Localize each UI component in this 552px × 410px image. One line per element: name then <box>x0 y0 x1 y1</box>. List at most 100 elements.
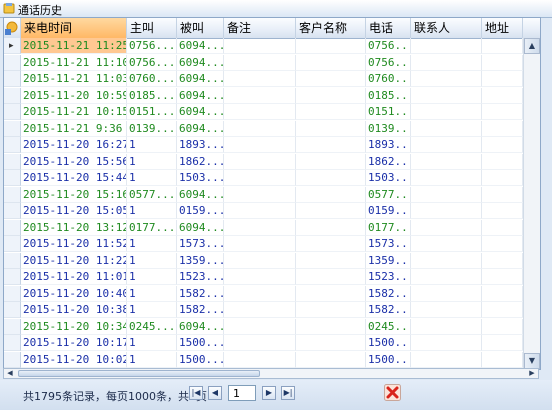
cell-time[interactable]: 2015-11-20 11:01 <box>21 269 127 285</box>
cell-called[interactable]: 1582... <box>177 285 224 302</box>
row-header[interactable]: ▸ <box>4 38 21 54</box>
column-header-called[interactable]: 被叫 <box>177 18 224 38</box>
cell-note[interactable] <box>224 236 296 252</box>
cell-called[interactable]: 1862... <box>177 153 224 170</box>
cell-note[interactable] <box>224 54 296 71</box>
cell-caller[interactable]: 0139... <box>127 120 177 137</box>
cell-phone[interactable]: 1582... <box>366 302 411 318</box>
cell-time[interactable]: 2015-11-20 15:16 <box>21 186 127 203</box>
cell-phone[interactable]: 1573... <box>366 236 411 252</box>
cell-called[interactable]: 1582... <box>177 302 224 318</box>
cell-note[interactable] <box>224 137 296 153</box>
cell-contact[interactable] <box>411 71 482 87</box>
cell-address[interactable] <box>482 153 523 170</box>
cell-customer[interactable] <box>296 335 366 351</box>
cell-contact[interactable] <box>411 120 482 137</box>
cell-note[interactable] <box>224 203 296 219</box>
horizontal-scroll-thumb[interactable] <box>18 370 260 377</box>
column-header-time[interactable]: 来电时间 <box>21 18 127 38</box>
cell-note[interactable] <box>224 71 296 87</box>
cell-phone[interactable]: 0185... <box>366 87 411 104</box>
column-header-contact[interactable]: 联系人 <box>411 18 482 38</box>
cell-contact[interactable] <box>411 104 482 120</box>
cell-time[interactable]: 2015-11-21 10:15 <box>21 104 127 120</box>
table-row[interactable]: 2015-11-20 10:40 1 1582... 1582... <box>4 285 540 303</box>
cell-customer[interactable] <box>296 351 366 368</box>
cell-customer[interactable] <box>296 203 366 219</box>
cell-note[interactable] <box>224 186 296 203</box>
table-row[interactable]: 2015-11-20 15:16 0577... 6094... 0577... <box>4 186 540 204</box>
cell-caller[interactable]: 0185... <box>127 87 177 104</box>
cell-contact[interactable] <box>411 54 482 71</box>
cell-customer[interactable] <box>296 186 366 203</box>
cell-caller[interactable]: 0177... <box>127 219 177 236</box>
cell-phone[interactable]: 1500... <box>366 335 411 351</box>
table-row[interactable]: 2015-11-20 10:34 0245... 6094... 0245... <box>4 318 540 336</box>
cell-caller[interactable]: 0245... <box>127 318 177 335</box>
cell-caller[interactable]: 1 <box>127 236 177 252</box>
column-header-phone[interactable]: 电话 <box>366 18 411 38</box>
cell-caller[interactable]: 1 <box>127 285 177 302</box>
cell-phone[interactable]: 0151... <box>366 104 411 120</box>
cell-note[interactable] <box>224 153 296 170</box>
cell-address[interactable] <box>482 351 523 368</box>
table-row[interactable]: 2015-11-20 13:12 0177... 6094... 0177... <box>4 219 540 237</box>
table-row[interactable]: 2015-11-20 10:02 1 1500... 1500... <box>4 351 540 369</box>
cell-contact[interactable] <box>411 236 482 252</box>
cell-customer[interactable] <box>296 170 366 186</box>
cell-caller[interactable]: 1 <box>127 335 177 351</box>
cell-phone[interactable]: 0756... <box>366 54 411 71</box>
cell-contact[interactable] <box>411 203 482 219</box>
cell-caller[interactable]: 1 <box>127 302 177 318</box>
cell-contact[interactable] <box>411 318 482 335</box>
cell-called[interactable]: 1500... <box>177 335 224 351</box>
cell-time[interactable]: 2015-11-21 9:36 <box>21 120 127 137</box>
table-row[interactable]: 2015-11-20 10:59 0185... 6094... 0185... <box>4 87 540 105</box>
cell-caller[interactable]: 1 <box>127 203 177 219</box>
cell-address[interactable] <box>482 87 523 104</box>
cell-phone[interactable]: 0760... <box>366 71 411 87</box>
cell-customer[interactable] <box>296 71 366 87</box>
cell-customer[interactable] <box>296 219 366 236</box>
row-header[interactable] <box>4 203 21 219</box>
cell-phone[interactable]: 1523... <box>366 269 411 285</box>
cell-customer[interactable] <box>296 153 366 170</box>
cell-note[interactable] <box>224 285 296 302</box>
cell-phone[interactable]: 1503... <box>366 170 411 186</box>
table-row[interactable]: 2015-11-20 11:22 1 1359... 1359... <box>4 252 540 270</box>
page-number-input[interactable] <box>228 385 256 401</box>
cell-time[interactable]: 2015-11-20 10:17 <box>21 335 127 351</box>
cell-address[interactable] <box>482 203 523 219</box>
column-header-caller[interactable]: 主叫 <box>127 18 177 38</box>
cell-customer[interactable] <box>296 137 366 153</box>
cell-contact[interactable] <box>411 302 482 318</box>
cell-customer[interactable] <box>296 38 366 54</box>
cell-contact[interactable] <box>411 285 482 302</box>
cell-called[interactable]: 6094... <box>177 219 224 236</box>
row-header[interactable] <box>4 87 21 104</box>
cell-customer[interactable] <box>296 252 366 269</box>
cell-caller[interactable]: 1 <box>127 269 177 285</box>
table-row[interactable]: 2015-11-20 16:27 1 1893... 1893... <box>4 137 540 154</box>
scroll-up-arrow[interactable]: ▲ <box>524 38 540 54</box>
row-header[interactable] <box>4 302 21 318</box>
table-row[interactable]: 2015-11-21 11:10 0756... 6094... 0756... <box>4 54 540 72</box>
cell-note[interactable] <box>224 269 296 285</box>
prev-page-button[interactable]: ◀ <box>208 386 222 400</box>
cell-address[interactable] <box>482 170 523 186</box>
cell-customer[interactable] <box>296 87 366 104</box>
row-header[interactable] <box>4 153 21 170</box>
cell-contact[interactable] <box>411 38 482 54</box>
cell-time[interactable]: 2015-11-20 15:56 <box>21 153 127 170</box>
cell-contact[interactable] <box>411 153 482 170</box>
row-header[interactable] <box>4 54 21 71</box>
cell-customer[interactable] <box>296 120 366 137</box>
row-header[interactable] <box>4 104 21 120</box>
cell-called[interactable]: 6094... <box>177 54 224 71</box>
cell-address[interactable] <box>482 252 523 269</box>
cell-note[interactable] <box>224 318 296 335</box>
row-header[interactable] <box>4 186 21 203</box>
cell-time[interactable]: 2015-11-21 11:10 <box>21 54 127 71</box>
cell-address[interactable] <box>482 219 523 236</box>
scroll-left-arrow[interactable]: ◀ <box>4 369 16 378</box>
